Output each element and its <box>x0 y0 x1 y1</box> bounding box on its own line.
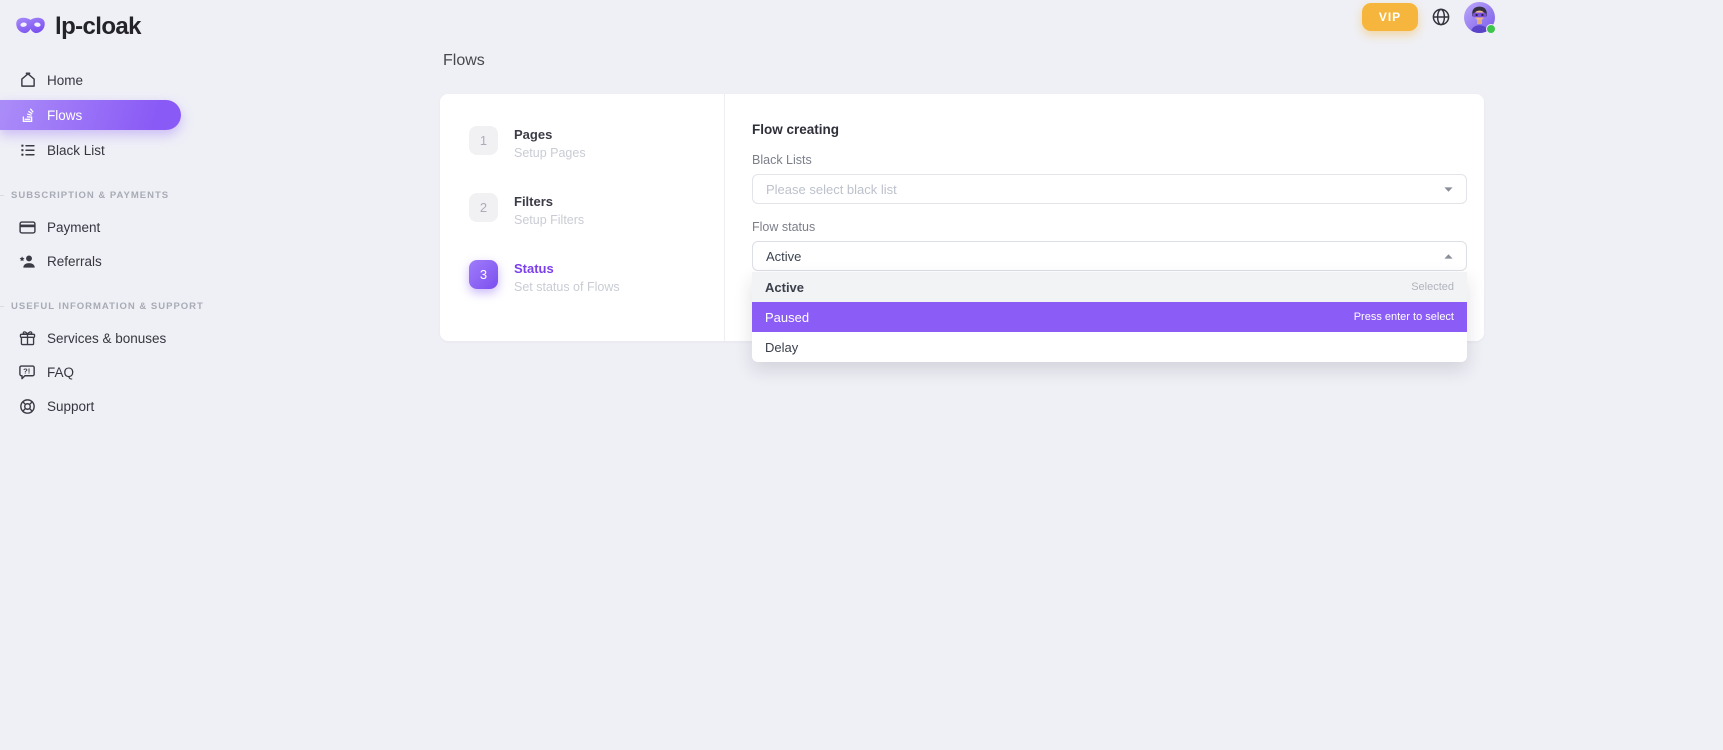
step-title: Status <box>514 260 620 276</box>
section-header-useful-information: USEFUL INFORMATION & SUPPORT <box>0 301 172 312</box>
faq-icon: ?! <box>18 363 37 382</box>
sidebar-item-label: Home <box>47 73 83 88</box>
sidebar: lp-cloak Home Flows <box>0 0 200 423</box>
gift-icon <box>18 329 37 348</box>
step-number: 2 <box>469 193 498 222</box>
sidebar-item-referrals[interactable]: Referrals <box>0 244 200 278</box>
step-subtitle: Set status of Flows <box>514 280 620 294</box>
flow-status-value: Active <box>766 249 801 264</box>
option-paused[interactable]: Paused Press enter to select <box>752 302 1467 332</box>
sidebar-item-label: Services & bonuses <box>47 331 166 346</box>
app-logo-text: lp-cloak <box>55 13 141 41</box>
sidebar-item-label: Flows <box>47 108 82 123</box>
online-status-dot <box>1486 24 1496 34</box>
black-lists-placeholder: Please select black list <box>766 182 897 197</box>
step-subtitle: Setup Filters <box>514 213 584 227</box>
section-header-label: SUBSCRIPTION & PAYMENTS <box>11 190 169 201</box>
option-label: Active <box>765 280 804 295</box>
sidebar-item-support[interactable]: Support <box>0 389 200 423</box>
flow-status-label: Flow status <box>752 220 1467 234</box>
sidebar-item-label: Payment <box>47 220 100 235</box>
svg-text:?!: ?! <box>23 366 30 375</box>
sidebar-item-payment[interactable]: Payment <box>0 210 200 244</box>
sidebar-item-label: Support <box>47 399 94 414</box>
flow-stepper: 1 Pages Setup Pages 2 Filters Setup Filt… <box>440 94 725 341</box>
option-meta: Selected <box>1411 281 1454 293</box>
step-subtitle: Setup Pages <box>514 146 586 160</box>
step-filters[interactable]: 2 Filters Setup Filters <box>469 193 724 227</box>
black-list-icon <box>18 141 37 160</box>
header-actions: VIP <box>1362 1 1495 33</box>
chevron-up-icon <box>1444 254 1453 259</box>
flow-status-dropdown: Active Selected Paused Press enter to se… <box>752 272 1467 362</box>
option-active[interactable]: Active Selected <box>752 272 1467 302</box>
sidebar-item-label: Black List <box>47 143 105 158</box>
section-header-subscription-payments: SUBSCRIPTION & PAYMENTS <box>0 190 172 201</box>
step-title: Pages <box>514 126 586 142</box>
step-status[interactable]: 3 Status Set status of Flows <box>469 260 724 294</box>
sidebar-item-faq[interactable]: ?! FAQ <box>0 355 200 389</box>
vip-button[interactable]: VIP <box>1362 3 1418 31</box>
language-button[interactable] <box>1431 7 1451 27</box>
option-label: Delay <box>765 340 798 355</box>
sidebar-item-label: FAQ <box>47 365 74 380</box>
section-header-label: USEFUL INFORMATION & SUPPORT <box>11 301 204 312</box>
support-icon <box>18 397 37 416</box>
home-icon <box>18 71 37 90</box>
option-meta: Press enter to select <box>1354 311 1454 323</box>
flow-creating-form: Flow creating Black Lists Please select … <box>725 94 1484 341</box>
sidebar-nav: Home Flows <box>0 63 200 423</box>
user-avatar[interactable] <box>1464 2 1495 33</box>
step-number: 3 <box>469 260 498 289</box>
option-delay[interactable]: Delay <box>752 332 1467 362</box>
black-lists-label: Black Lists <box>752 153 1467 167</box>
page-title: Flows <box>443 52 485 70</box>
step-pages[interactable]: 1 Pages Setup Pages <box>469 126 724 160</box>
referrals-icon <box>18 252 37 271</box>
step-number: 1 <box>469 126 498 155</box>
sidebar-item-home[interactable]: Home <box>0 63 200 97</box>
flow-card: 1 Pages Setup Pages 2 Filters Setup Filt… <box>440 94 1484 341</box>
step-title: Filters <box>514 193 584 209</box>
option-label: Paused <box>765 310 809 325</box>
chevron-down-icon <box>1444 187 1453 192</box>
flow-creating-heading: Flow creating <box>752 122 1467 137</box>
mask-logo-icon <box>14 15 47 39</box>
payment-icon <box>18 218 37 237</box>
app-logo[interactable]: lp-cloak <box>0 9 200 45</box>
flow-status-select[interactable]: Active <box>752 241 1467 271</box>
sidebar-item-flows[interactable]: Flows <box>0 100 181 130</box>
sidebar-item-label: Referrals <box>47 254 102 269</box>
sidebar-item-black-list[interactable]: Black List <box>0 133 200 167</box>
sidebar-item-services-bonuses[interactable]: Services & bonuses <box>0 321 200 355</box>
flows-icon <box>18 106 37 125</box>
black-lists-select[interactable]: Please select black list <box>752 174 1467 204</box>
globe-icon <box>1431 7 1451 27</box>
